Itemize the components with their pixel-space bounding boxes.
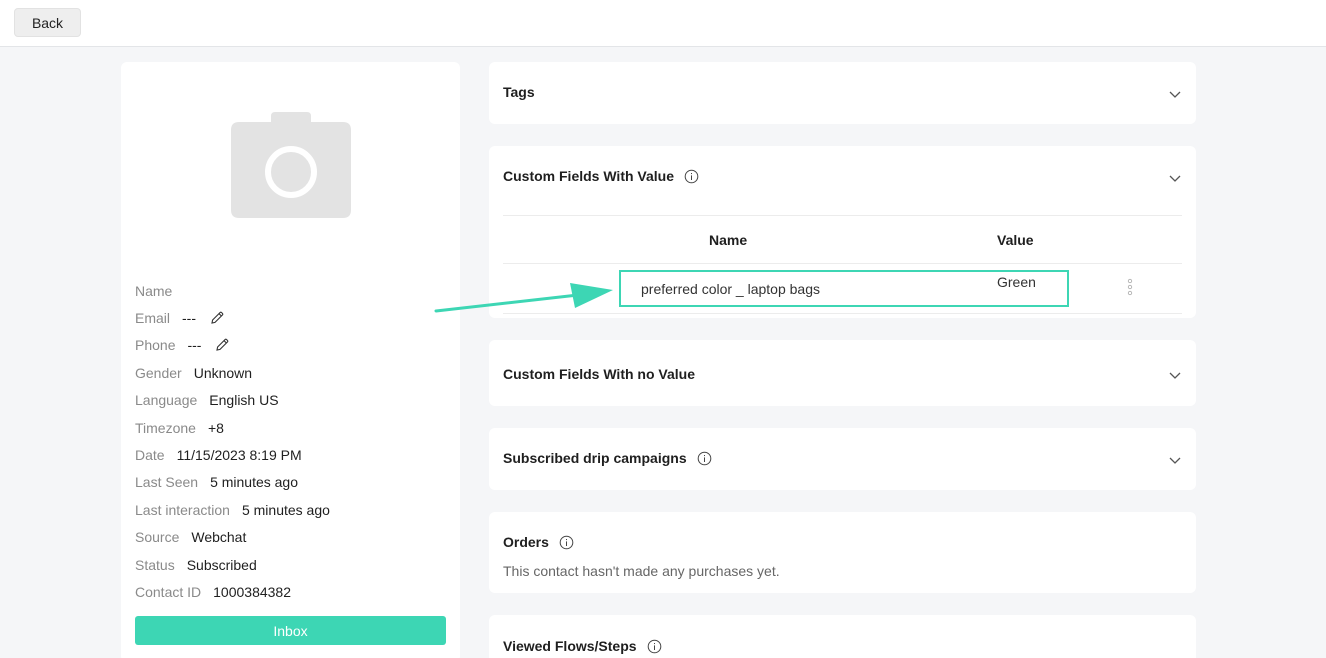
info-label: Language <box>135 392 198 409</box>
info-icon[interactable] <box>647 639 662 654</box>
info-label: Contact ID <box>135 583 202 600</box>
info-row-phone: Phone --- <box>135 332 330 359</box>
info-label: Last Seen <box>135 474 199 491</box>
custom-with-value-title: Custom Fields With Value <box>503 168 675 184</box>
info-icon[interactable] <box>684 169 699 184</box>
chevron-down-icon[interactable] <box>1168 171 1182 185</box>
info-value: 11/15/2023 8:19 PM <box>176 447 302 464</box>
info-row-timezone: Timezone +8 <box>135 414 330 441</box>
info-value: --- <box>182 310 197 327</box>
info-value: 1000384382 <box>213 583 292 600</box>
custom-field-value[interactable]: Green <box>997 274 1036 290</box>
viewed-flows-title: Viewed Flows/Steps <box>503 638 637 654</box>
chevron-down-icon[interactable] <box>1168 453 1182 467</box>
pencil-icon[interactable] <box>210 311 224 325</box>
info-value: 5 minutes ago <box>210 474 299 491</box>
drip-title: Subscribed drip campaigns <box>503 450 687 466</box>
tags-section[interactable]: Tags <box>489 62 1196 124</box>
info-label: Timezone <box>135 419 196 436</box>
info-row-last-interaction: Last interaction 5 minutes ago <box>135 496 330 523</box>
custom-fields-no-value-section[interactable]: Custom Fields With no Value <box>489 340 1196 406</box>
info-label: Date <box>135 447 165 464</box>
contact-info-list: Name Email --- Phone --- Gender Unknown … <box>135 277 330 606</box>
section-title[interactable]: Custom Fields With Value <box>503 168 699 184</box>
viewed-flows-section: Viewed Flows/Steps <box>489 615 1196 658</box>
info-row-language: Language English US <box>135 387 330 414</box>
orders-empty-note: This contact hasn't made any purchases y… <box>503 563 780 579</box>
section-title: Subscribed drip campaigns <box>503 450 712 466</box>
info-label: Name <box>135 282 173 299</box>
camera-icon <box>231 112 351 218</box>
orders-title: Orders <box>503 534 549 550</box>
annotation-arrow-icon <box>434 283 613 313</box>
info-label: Phone <box>135 337 176 354</box>
info-row-last-seen: Last Seen 5 minutes ago <box>135 469 330 496</box>
info-row-name: Name <box>135 277 330 304</box>
orders-section: Orders This contact hasn't made any purc… <box>489 512 1196 593</box>
top-bar: Back <box>0 0 1326 47</box>
info-value: --- <box>187 337 202 354</box>
chevron-down-icon[interactable] <box>1168 87 1182 101</box>
column-header-value: Value <box>997 232 1034 248</box>
pencil-icon[interactable] <box>215 338 229 352</box>
info-row-email: Email --- <box>135 304 330 331</box>
custom-field-name: preferred color _ laptop bags <box>641 281 820 297</box>
section-title: Custom Fields With no Value <box>503 366 695 382</box>
drip-campaigns-section[interactable]: Subscribed drip campaigns <box>489 428 1196 490</box>
info-row-date: Date 11/15/2023 8:19 PM <box>135 441 330 468</box>
info-label: Email <box>135 310 171 327</box>
custom-no-value-title: Custom Fields With no Value <box>503 366 696 382</box>
divider <box>503 215 1182 216</box>
column-header-name: Name <box>709 232 748 248</box>
info-label: Last interaction <box>135 501 230 518</box>
info-label: Gender <box>135 364 182 381</box>
section-title: Viewed Flows/Steps <box>503 638 662 654</box>
tags-title: Tags <box>503 84 535 100</box>
info-value: +8 <box>207 419 224 436</box>
info-row-source: Source Webchat <box>135 524 330 551</box>
more-options-icon[interactable] <box>1127 278 1133 296</box>
info-icon[interactable] <box>559 535 574 550</box>
info-value: Subscribed <box>186 556 257 573</box>
inbox-button[interactable]: Inbox <box>135 616 446 645</box>
info-row-status: Status Subscribed <box>135 551 330 578</box>
info-value: Unknown <box>193 364 253 381</box>
profile-card: Name Email --- Phone --- Gender Unknown … <box>121 62 460 658</box>
divider <box>503 263 1182 264</box>
section-title: Tags <box>503 84 535 100</box>
info-icon[interactable] <box>697 451 712 466</box>
info-row-contact-id: Contact ID 1000384382 <box>135 578 330 605</box>
info-value: English US <box>209 392 279 409</box>
back-button[interactable]: Back <box>14 8 81 37</box>
info-row-gender: Gender Unknown <box>135 359 330 386</box>
info-value: Webchat <box>191 529 247 546</box>
section-title: Orders <box>503 534 574 550</box>
info-label: Status <box>135 556 175 573</box>
info-label: Source <box>135 529 180 546</box>
info-value: 5 minutes ago <box>241 501 330 518</box>
chevron-down-icon[interactable] <box>1168 368 1182 382</box>
